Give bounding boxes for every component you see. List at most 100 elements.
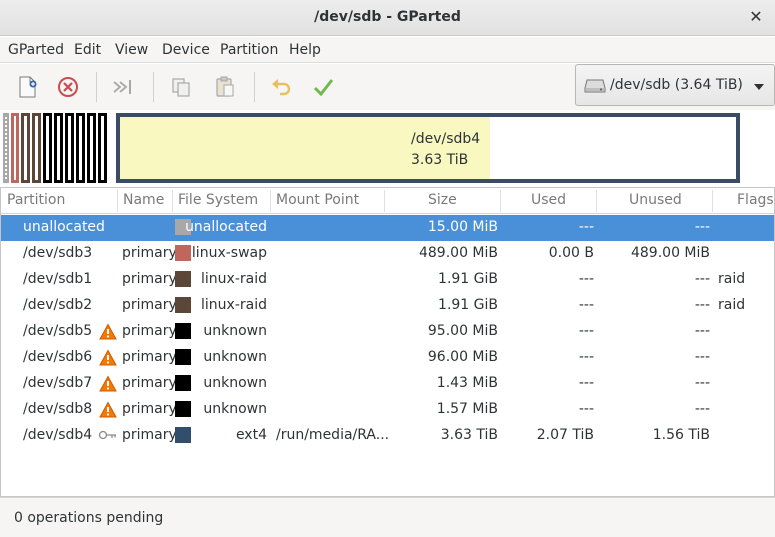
cell-used: 2.07 TiB [536,427,594,443]
toolbar-separator [153,72,154,102]
cell-file-system: unknown [203,375,267,391]
filesystem-color-swatch [175,427,191,443]
cell-size: 3.63 TiB [440,427,498,443]
cell-size: 1.57 MiB [436,401,498,417]
graph-sdb3[interactable] [11,113,19,183]
column-separator [117,190,118,212]
graph-sdb1[interactable] [21,113,30,183]
menu-bar: GParted Edit View Device Partition Help [0,37,775,63]
column-separator [172,190,173,212]
column-separator [500,190,501,212]
apply-button[interactable] [310,74,338,100]
partition-graph: /dev/sdb4 3.63 TiB [0,110,775,186]
graph-sdb8[interactable] [76,113,85,183]
new-partition-button[interactable] [14,74,42,100]
graph-sdb4[interactable]: /dev/sdb4 3.63 TiB [116,113,740,183]
cell-flags: raid [718,297,746,313]
cell-size: 1.91 GiB [438,297,498,313]
column-separator [384,190,385,212]
column-separator [596,190,597,212]
paste-button[interactable] [212,74,240,100]
cell-used: --- [578,401,594,417]
col-flags[interactable]: Flags [737,192,774,208]
graph-sdb6[interactable] [54,113,63,183]
cell-name: primary [122,323,177,339]
menu-view[interactable]: View [115,42,148,58]
window-title: /dev/sdb - GParted [314,9,461,25]
cell-flags: raid [718,271,746,287]
col-unused[interactable]: Unused [629,192,682,208]
table-row[interactable]: /dev/sdb4 primary ext4/run/media/RA... 3.63… [1,423,774,449]
graph-sdb-extra[interactable] [87,113,96,183]
filesystem-color-swatch [175,349,191,365]
cell-unused: --- [694,271,710,287]
cell-size: 1.91 GiB [438,271,498,287]
copy-icon [172,78,190,97]
hard-disk-icon [584,79,606,93]
graph-sdb-extra[interactable] [98,113,107,183]
key-icon [98,429,118,445]
cell-unused: --- [694,375,710,391]
filesystem-color-swatch [175,401,191,417]
menu-help[interactable]: Help [289,42,321,58]
table-row[interactable]: /dev/sdb5 primary unknown 95.00 MiB --- --- [1,319,774,345]
table-row[interactable]: /dev/sdb1 primary linux-raid 1.91 GiB --- ---… [1,267,774,293]
cell-unused: --- [694,219,710,235]
toolbar: /dev/sdb (3.64 TiB) [0,64,775,110]
cell-partition: /dev/sdb4 [23,427,93,443]
menu-partition[interactable]: Partition [220,42,278,58]
graph-sdb2[interactable] [32,113,41,183]
filesystem-color-swatch [175,375,191,391]
device-selector[interactable]: /dev/sdb (3.64 TiB) [575,64,775,106]
table-row[interactable]: unallocated unallocated 15.00 MiB --- --- [1,215,774,241]
cell-partition: /dev/sdb2 [23,297,93,313]
column-separator [270,190,271,212]
cell-size: 95.00 MiB [427,323,498,339]
cell-file-system: linux-raid [201,297,267,313]
cell-name: primary [122,375,177,391]
resize-move-icon [113,80,131,94]
delete-button[interactable] [55,74,83,100]
graph-sdb4-size: 3.63 TiB [411,152,469,168]
graph-sdb7[interactable] [65,113,74,183]
col-mount-point[interactable]: Mount Point [276,192,359,208]
chevron-down-icon [754,84,764,90]
filesystem-color-swatch [175,323,191,339]
cell-file-system: linux-swap [191,245,267,261]
title-bar: /dev/sdb - GParted ✕ [0,0,775,36]
cell-partition: /dev/sdb8 [23,401,93,417]
close-icon[interactable]: ✕ [747,7,765,27]
warning-icon [99,323,117,345]
col-file-system[interactable]: File System [178,192,258,208]
menu-gparted[interactable]: GParted [8,42,64,58]
new-partition-icon [19,76,37,98]
device-label: /dev/sdb (3.64 TiB) [610,77,743,93]
warning-icon [99,349,117,371]
cell-size: 1.43 MiB [436,375,498,391]
table-row[interactable]: /dev/sdb8 primary unknown 1.57 MiB --- --- [1,397,774,423]
graph-sdb5[interactable] [43,113,52,183]
graph-sdb4-name: /dev/sdb4 [411,131,481,147]
filesystem-color-swatch [175,271,191,287]
col-name[interactable]: Name [123,192,164,208]
cell-partition: /dev/sdb5 [23,323,93,339]
cell-unused: 1.56 TiB [652,427,710,443]
graph-unallocated[interactable] [3,113,9,183]
cell-used: --- [578,323,594,339]
column-separator [712,190,713,212]
menu-device[interactable]: Device [162,42,210,58]
col-size[interactable]: Size [428,192,457,208]
copy-button[interactable] [168,74,196,100]
col-used[interactable]: Used [531,192,566,208]
table-row[interactable]: /dev/sdb6 primary unknown 96.00 MiB --- --- [1,345,774,371]
resize-move-button[interactable] [110,74,138,100]
cell-file-system: linux-raid [201,271,267,287]
table-row[interactable]: /dev/sdb3 primary linux-swap 489.00 MiB 0.00… [1,241,774,267]
col-partition[interactable]: Partition [7,192,65,208]
table-row[interactable]: /dev/sdb7 primary unknown 1.43 MiB --- --- [1,371,774,397]
undo-button[interactable] [268,74,296,100]
cell-size: 96.00 MiB [427,349,498,365]
cell-file-system: unallocated [185,219,267,235]
table-row[interactable]: /dev/sdb2 primary linux-raid 1.91 GiB --- ---… [1,293,774,319]
menu-edit[interactable]: Edit [74,42,101,58]
